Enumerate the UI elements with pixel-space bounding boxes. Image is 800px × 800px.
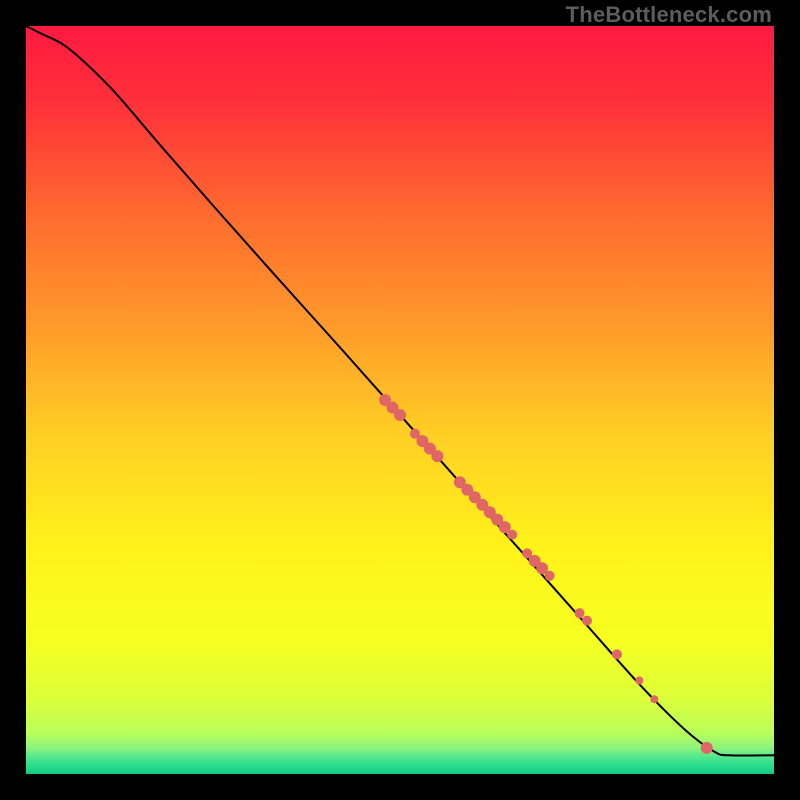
data-marker [650,695,658,703]
data-marker [431,450,443,462]
curve-line [26,26,774,756]
chart-overlay [26,26,774,774]
data-marker [575,608,585,618]
data-markers [379,394,713,754]
watermark-text: TheBottleneck.com [566,2,772,28]
data-marker [394,409,406,421]
data-marker [701,742,713,754]
plot-area [26,26,774,774]
data-marker [612,649,622,659]
data-marker [582,616,592,626]
data-marker [635,677,643,685]
data-marker [545,571,555,581]
chart-frame: TheBottleneck.com [0,0,800,800]
data-marker [507,530,517,540]
